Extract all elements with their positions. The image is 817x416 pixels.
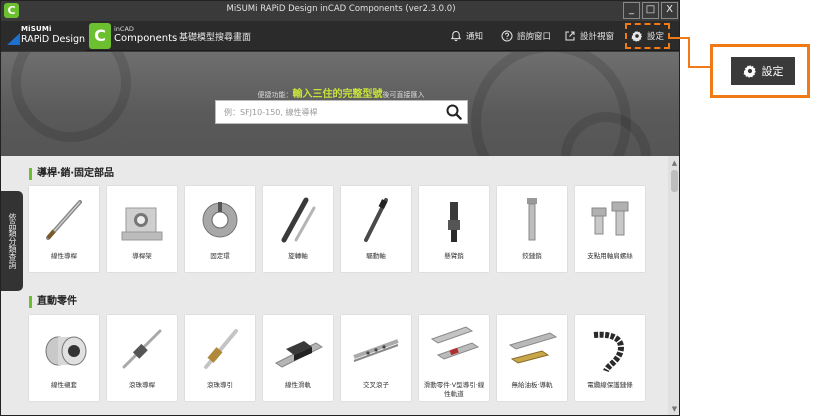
tile-label: 線性滑軌: [285, 381, 311, 389]
hinge-pin-icon: [527, 198, 537, 241]
tile-label: 滾珠導引: [207, 381, 233, 389]
product-tile-collar[interactable]: 固定環: [185, 186, 255, 272]
settings-callout-button: 設定: [731, 57, 795, 85]
scroll-down-arrow-icon[interactable]: ▼: [668, 404, 679, 414]
tile-label: 懸臂銷: [444, 252, 464, 260]
close-button[interactable]: X: [661, 2, 678, 19]
search-input[interactable]: [216, 101, 441, 123]
incad-c-icon: C: [89, 23, 111, 49]
product-tile-oilless-plate[interactable]: 無給油板‧導軌: [497, 315, 567, 401]
gear-icon: [631, 30, 643, 42]
incad-logo-bottom: Components: [114, 33, 178, 44]
tile-label: 電纜線保護鏈條: [587, 381, 633, 389]
search-box: [215, 100, 468, 124]
contact-button[interactable]: 諮詢窗口: [501, 21, 551, 51]
misumi-logo-bottom: RAPiD Design: [21, 34, 86, 45]
misumi-mark-icon: [7, 33, 20, 45]
tile-label: 鉸鏈銷: [522, 252, 542, 260]
settings-callout-label: 設定: [761, 65, 784, 78]
maximize-button[interactable]: □: [642, 2, 659, 19]
rotary-shaft-icon: [281, 197, 316, 243]
search-hero: 便捷功能：輸入三住的完整型號後可直接匯入: [1, 52, 679, 156]
tile-label: 導桿架: [132, 252, 152, 260]
tile-label: 滑動零件‧V型導引‧線性軌道: [423, 381, 485, 398]
product-tile-shaft-holder[interactable]: 導桿架: [107, 186, 177, 272]
search-tip-suffix: 後可直接匯入: [382, 91, 425, 99]
cross-roller-icon: [353, 339, 399, 362]
tile-label: 驅動軸: [366, 252, 386, 260]
scroll-up-arrow-icon[interactable]: ▲: [668, 158, 679, 168]
vertical-scrollbar[interactable]: ▲ ▼: [668, 156, 679, 415]
tile-label: 交叉滾子: [363, 381, 389, 389]
settings-button[interactable]: 設定: [625, 23, 671, 49]
product-tile-cable-chain[interactable]: 電纜線保護鏈條: [575, 315, 645, 401]
ball-spline-icon: [204, 329, 238, 369]
external-window-icon: [565, 31, 575, 41]
tile-label: 固定環: [210, 252, 230, 260]
search-tip-prefix: 便捷功能：: [257, 91, 293, 99]
shoulder-screw-icon: [591, 201, 629, 236]
title-bar: C MiSUMi RAPiD Design inCAD Components (…: [1, 1, 679, 21]
scroll-thumb[interactable]: [671, 170, 678, 192]
settings-callout: 設定: [710, 44, 810, 98]
app-window: C MiSUMi RAPiD Design inCAD Components (…: [0, 0, 680, 416]
search-icon[interactable]: [444, 103, 464, 121]
tile-label: 線性導桿: [51, 252, 77, 260]
notify-button[interactable]: 通知: [450, 21, 483, 51]
contact-label: 諮詢窗口: [517, 32, 552, 42]
design-window-button[interactable]: 設計視窗: [564, 21, 614, 51]
tile-label: 支點用軸肩螺絲: [587, 252, 633, 260]
collar-icon: [202, 202, 238, 238]
tile-label: 無給油板‧導軌: [511, 381, 553, 389]
linear-rail-icon: [275, 341, 323, 368]
product-tile-rotary-shaft[interactable]: 旋轉軸: [263, 186, 333, 272]
cantilever-pin-icon: [448, 202, 460, 242]
category-title: 直動零件: [29, 296, 77, 308]
product-tile-drive-shaft[interactable]: 驅動軸: [341, 186, 411, 272]
misumi-logo-top: MiSUMi: [21, 25, 52, 33]
notify-label: 通知: [466, 32, 484, 42]
category-title: 導桿‧銷‧固定部品: [29, 168, 114, 180]
product-tile-linear-rail[interactable]: 線性滑軌: [263, 315, 333, 401]
minimize-button[interactable]: _: [623, 2, 640, 19]
page-title: 基礎模型搜尋畫面: [179, 33, 252, 43]
callout-connector: [670, 37, 710, 68]
window-title: MiSUMi RAPiD Design inCAD Components (ve…: [226, 4, 456, 14]
search-tip: 便捷功能：輸入三住的完整型號後可直接匯入: [1, 85, 679, 100]
tile-label: 滾珠導桿: [129, 381, 155, 389]
search-tip-highlight: 輸入三住的完整型號: [292, 89, 383, 100]
shaft-holder-icon: [121, 207, 163, 241]
product-tile-ball-spline[interactable]: 滾珠導引: [185, 315, 255, 401]
product-tile-v-guide[interactable]: 滑動零件‧V型導引‧線性軌道: [419, 315, 489, 401]
question-icon: [501, 30, 513, 42]
category-content: 依品類分類查詢 導桿‧銷‧固定部品 線性導桿 導桿架 固定環 旋轉軸 驅動軸 懸…: [1, 156, 679, 415]
product-tile-cross-roller[interactable]: 交叉滾子: [341, 315, 411, 401]
oilless-plate-icon: [508, 332, 558, 364]
ball-guide-icon: [122, 329, 162, 369]
tile-label: 旋轉軸: [288, 252, 308, 260]
drive-shaft-icon: [364, 198, 388, 242]
product-tile-linear-shaft[interactable]: 線性導桿: [29, 186, 99, 272]
linear-bushing-icon: [45, 336, 87, 366]
incad-logo-top: inCAD: [114, 25, 134, 33]
v-guide-icon: [430, 326, 480, 360]
product-tile-linear-bushing[interactable]: 線性襯套: [29, 315, 99, 401]
cable-chain-icon: [593, 331, 624, 373]
product-tile-hinge-pin[interactable]: 鉸鏈銷: [497, 186, 567, 272]
product-tile-cantilever-pin[interactable]: 懸臂銷: [419, 186, 489, 272]
design-window-label: 設計視窗: [580, 32, 615, 42]
incad-logo: C inCAD Components: [89, 23, 177, 49]
category-search-tab[interactable]: 依品類分類查詢: [1, 191, 23, 291]
misumi-logo: MiSUMi RAPiD Design: [1, 21, 85, 51]
bell-icon: [450, 30, 462, 42]
shaft-icon: [46, 200, 82, 240]
settings-label: 設定: [647, 32, 665, 42]
gear-icon: [743, 64, 756, 78]
product-tile-ball-guide[interactable]: 滾珠導桿: [107, 315, 177, 401]
product-tile-shoulder-screw[interactable]: 支點用軸肩螺絲: [575, 186, 645, 272]
app-header: MiSUMi RAPiD Design C inCAD Components 基…: [1, 21, 679, 51]
tile-label: 線性襯套: [51, 381, 77, 389]
